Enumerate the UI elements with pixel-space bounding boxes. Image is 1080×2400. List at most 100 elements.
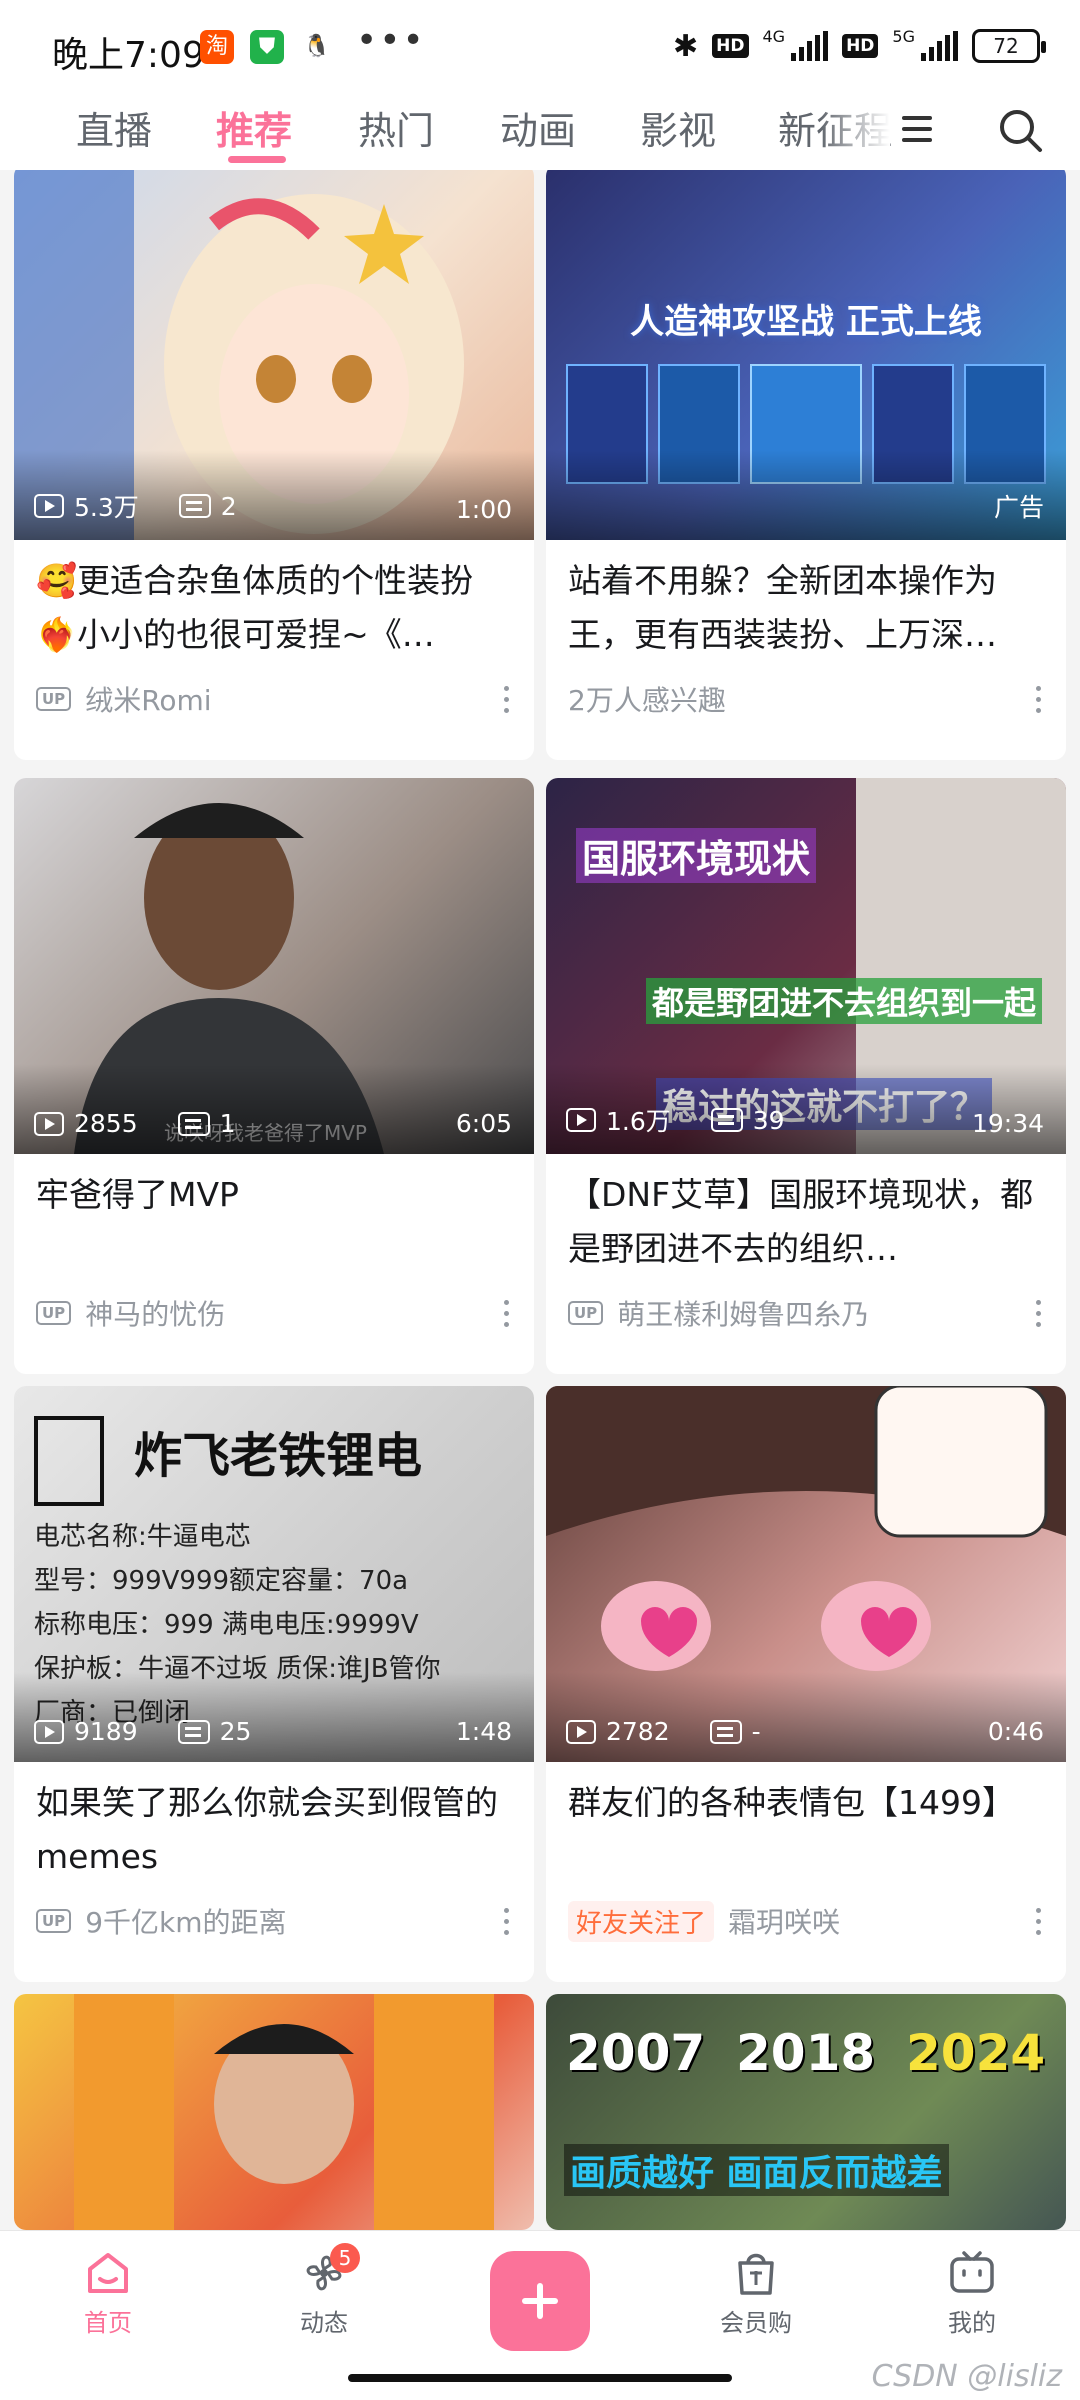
more-options-icon[interactable] [1036, 1908, 1042, 1936]
year-label: 2018 [736, 2024, 876, 2082]
search-icon[interactable] [996, 106, 1044, 154]
bottom-nav-shop-label: 会员购 [720, 2309, 792, 2337]
home-indicator[interactable] [348, 2374, 732, 2382]
sign-title: 炸飞老铁锂电 [134, 1428, 423, 1484]
menu-icon[interactable] [902, 114, 936, 144]
video-card[interactable]: 国服环境现状都是野团进不去组织到一起稳过的这就不打了？1.6万3919:34【D… [546, 778, 1066, 1374]
tab-fade [820, 92, 890, 170]
author-name[interactable]: 萌王樣利姆鲁四糸乃 [617, 1293, 869, 1333]
overlay-text-1: 国服环境现状 [576, 828, 817, 883]
video-card[interactable]: 5.3万 2 1:00 🥰更适合杂鱼体质的个性装扮❤️‍🔥小小的也很可爱捏~《… UP 绒… [14, 170, 534, 760]
more-options-icon[interactable] [504, 1908, 510, 1936]
author-name[interactable]: 9千亿km的距离 [85, 1901, 286, 1941]
video-thumbnail[interactable]: 2007 2018 2024 画质越好 画面反而越差 [546, 1994, 1066, 2230]
video-card[interactable] [14, 1994, 534, 2230]
view-count: 9189 [74, 1717, 138, 1746]
video-card[interactable]: 说咲呀我老爸得了MVP285516:05牢爸得了MVPUP神马的忧伤 [14, 778, 534, 1374]
more-options-icon[interactable] [504, 686, 510, 714]
video-feed[interactable]: 5.3万 2 1:00 🥰更适合杂鱼体质的个性装扮❤️‍🔥小小的也很可爱捏~《… UP 绒… [0, 170, 1080, 2230]
tab-anime[interactable]: 动画 [500, 100, 576, 155]
bottom-nav-home[interactable]: 首页 [48, 2245, 168, 2338]
video-card[interactable]: 2782 - 0:46 群友们的各种表情包【1499】 好友关注了 霜玥咲咲 [546, 1386, 1066, 1982]
video-thumbnail[interactable]: 炸飞老铁锂电 电芯名称:牛逼电芯 型号：999V999额定容量：70a 标称电压：99… [14, 1386, 534, 1762]
tab-film[interactable]: 影视 [640, 100, 716, 155]
video-title[interactable]: 如果笑了那么你就会买到假管的memes [14, 1762, 534, 1886]
bottom-nav-shop[interactable]: 会员购 [696, 2245, 816, 2338]
danmaku-count: 39 [752, 1105, 785, 1135]
video-duration: 19:34 [971, 1109, 1044, 1138]
view-count: 1.6万 [606, 1107, 671, 1136]
tab-hot[interactable]: 热门 [358, 100, 434, 155]
video-caption: 画质越好 画面反而越差 [564, 2144, 949, 2196]
friend-follow-badge: 好友关注了 [568, 1900, 715, 1942]
more-options-icon[interactable] [1036, 1300, 1042, 1328]
up-badge: UP [36, 687, 72, 711]
tv-icon [950, 2251, 994, 2293]
ad-headline: 人造神攻坚战 正式上线 [630, 302, 982, 342]
bottom-nav-dynamics[interactable]: 5 动态 [264, 2243, 384, 2338]
video-thumbnail[interactable]: 5.3万 2 1:00 [14, 170, 534, 540]
play-count-icon [34, 494, 64, 518]
play-count-icon [34, 1719, 64, 1744]
view-count: 2855 [74, 1109, 138, 1138]
video-card[interactable]: 炸飞老铁锂电 电芯名称:牛逼电芯 型号：999V999额定容量：70a 标称电压：99… [14, 1386, 534, 1982]
author-name[interactable]: 霜玥咲咲 [728, 1901, 840, 1941]
network-4g-label: 4G [762, 26, 786, 46]
video-title[interactable]: 【DNF艾草】国服环境现状，都是野团进不去的组织… [546, 1154, 1066, 1278]
author-name[interactable]: 神马的忧伤 [85, 1293, 225, 1333]
video-thumbnail[interactable]: 人造神攻坚战 正式上线 广告 [546, 170, 1066, 540]
sign-line: 型号：999V999额定容量：70a [34, 1566, 409, 1596]
more-notifications-icon: ••• [356, 20, 426, 61]
video-duration: 1:48 [455, 1717, 512, 1746]
video-title[interactable]: 🥰更适合杂鱼体质的个性装扮❤️‍🔥小小的也很可爱捏~《… [14, 540, 534, 664]
top-tab-bar: 直播 推荐 热门 动画 影视 新征程 [0, 92, 1080, 170]
video-thumbnail[interactable] [14, 1994, 534, 2230]
taobao-icon: 淘 [200, 30, 234, 64]
play-count-icon [566, 1719, 596, 1744]
video-title[interactable]: 牢爸得了MVP [14, 1154, 534, 1278]
video-thumbnail[interactable]: 国服环境现状都是野团进不去组织到一起稳过的这就不打了？1.6万3919:34 [546, 778, 1066, 1154]
up-badge: UP [36, 1909, 72, 1933]
sign-line: 标称电压：999 满电电压:9999V [34, 1610, 419, 1640]
danmaku-count: 25 [219, 1717, 252, 1746]
view-count: 5.3万 [74, 493, 139, 522]
bottom-nav-home-label: 首页 [84, 2309, 132, 2337]
trash-bin-icon [34, 1416, 104, 1506]
video-stats: 9189 25 [34, 1717, 251, 1746]
dynamics-badge: 5 [330, 2243, 360, 2273]
danmaku-count: 1 [219, 1109, 236, 1138]
video-meta: UP 9千亿km的距离 [14, 1886, 534, 1956]
publish-button[interactable] [490, 2251, 590, 2351]
bottom-nav-mine[interactable]: 我的 [912, 2245, 1032, 2338]
more-options-icon[interactable] [1036, 686, 1042, 714]
video-stats: 5.3万 2 [34, 488, 237, 524]
status-time: 晚上7:09 [52, 35, 205, 76]
video-stats: 2855 1 [34, 1109, 236, 1138]
video-title[interactable]: 站着不用躲？全新团本操作为王，更有西装装扮、上万深… [546, 540, 1066, 664]
shield-icon: ⛊ [250, 30, 284, 64]
qq-icon: 🐧 [300, 30, 334, 64]
play-count-icon [34, 1111, 64, 1136]
danmaku-icon [709, 1719, 742, 1744]
more-options-icon[interactable] [504, 1300, 510, 1328]
video-thumbnail[interactable]: 说咲呀我老爸得了MVP285516:05 [14, 778, 534, 1154]
video-card[interactable]: 人造神攻坚战 正式上线 广告 站着不用躲？全新团本操作为王，更有西装装扮、上万深… 2… [546, 170, 1066, 760]
author-name: 2万人感兴趣 [568, 684, 726, 717]
crying-man-photo [74, 1994, 494, 2230]
up-badge: UP [568, 1301, 604, 1325]
video-card[interactable]: 2007 2018 2024 画质越好 画面反而越差 [546, 1994, 1066, 2230]
video-duration: 6:05 [455, 1109, 512, 1138]
tab-recommend[interactable]: 推荐 [216, 100, 292, 155]
tab-live[interactable]: 直播 [76, 100, 152, 155]
view-count: 2782 [606, 1717, 670, 1746]
video-meta: 2万人感兴趣 [546, 664, 1066, 734]
signal-icon [791, 31, 829, 61]
video-meta: 好友关注了 霜玥咲咲 [546, 1886, 1066, 1956]
video-stats: 2782 - [566, 1717, 761, 1746]
video-title[interactable]: 群友们的各种表情包【1499】 [546, 1762, 1066, 1886]
video-thumbnail[interactable]: 2782 - 0:46 [546, 1386, 1066, 1762]
hd-badge-2: HD [842, 34, 879, 58]
home-icon [88, 2253, 128, 2293]
video-duration: 0:46 [987, 1717, 1044, 1746]
author-name[interactable]: 绒米Romi [85, 679, 211, 719]
